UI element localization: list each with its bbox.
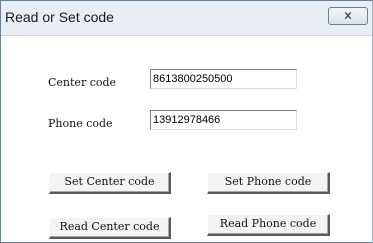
set-phone-code-button[interactable]: Set Phone code [207,172,330,194]
phone-code-label: Phone code [48,117,113,130]
phone-code-field[interactable] [150,110,297,130]
title-bar[interactable]: Read or Set code [1,1,372,36]
read-center-code-button[interactable]: Read Center code [49,217,171,239]
center-code-label: Center code [48,76,117,89]
dialog-window: Read or Set code Center code Phone code … [0,0,373,243]
window-title: Read or Set code [5,9,114,25]
set-center-code-button[interactable]: Set Center code [49,172,171,194]
read-phone-code-button[interactable]: Read Phone code [207,214,330,236]
center-code-field[interactable] [150,69,297,89]
close-icon [344,11,352,20]
dialog-body: Center code Phone code Set Center code S… [1,36,372,242]
close-button[interactable] [328,7,368,25]
